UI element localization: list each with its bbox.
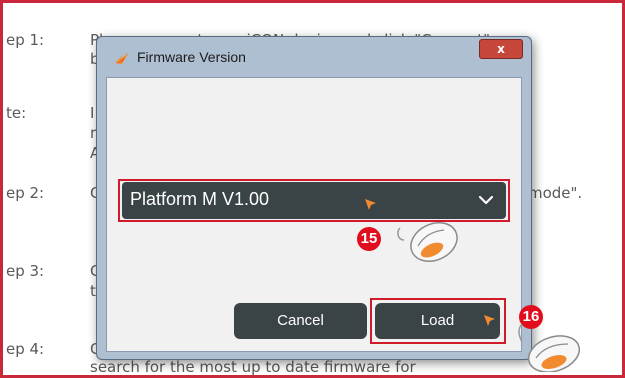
app-flame-icon: [115, 52, 129, 64]
cursor-arrow-icon: [484, 315, 495, 326]
step-4-label: ep 4:: [6, 340, 45, 358]
step-1-label: ep 1:: [6, 31, 45, 49]
step-3-text-left-2: t: [90, 282, 96, 300]
cursor-arrow-icon: [365, 199, 376, 210]
note-line-1: I: [90, 104, 95, 122]
close-button[interactable]: x: [479, 39, 523, 59]
mouse-icon: [518, 323, 581, 372]
step-2-label: ep 2:: [6, 184, 45, 202]
dialog-title: Firmware Version: [137, 49, 246, 65]
cancel-button[interactable]: Cancel: [234, 303, 367, 339]
note-label: te:: [6, 104, 27, 122]
mouse-icon: [397, 222, 458, 262]
step-3-label: ep 3:: [6, 262, 45, 280]
step-badge-15: 15: [357, 227, 381, 251]
step-4-text-bottom: search for the most up to date firmware …: [90, 358, 416, 376]
